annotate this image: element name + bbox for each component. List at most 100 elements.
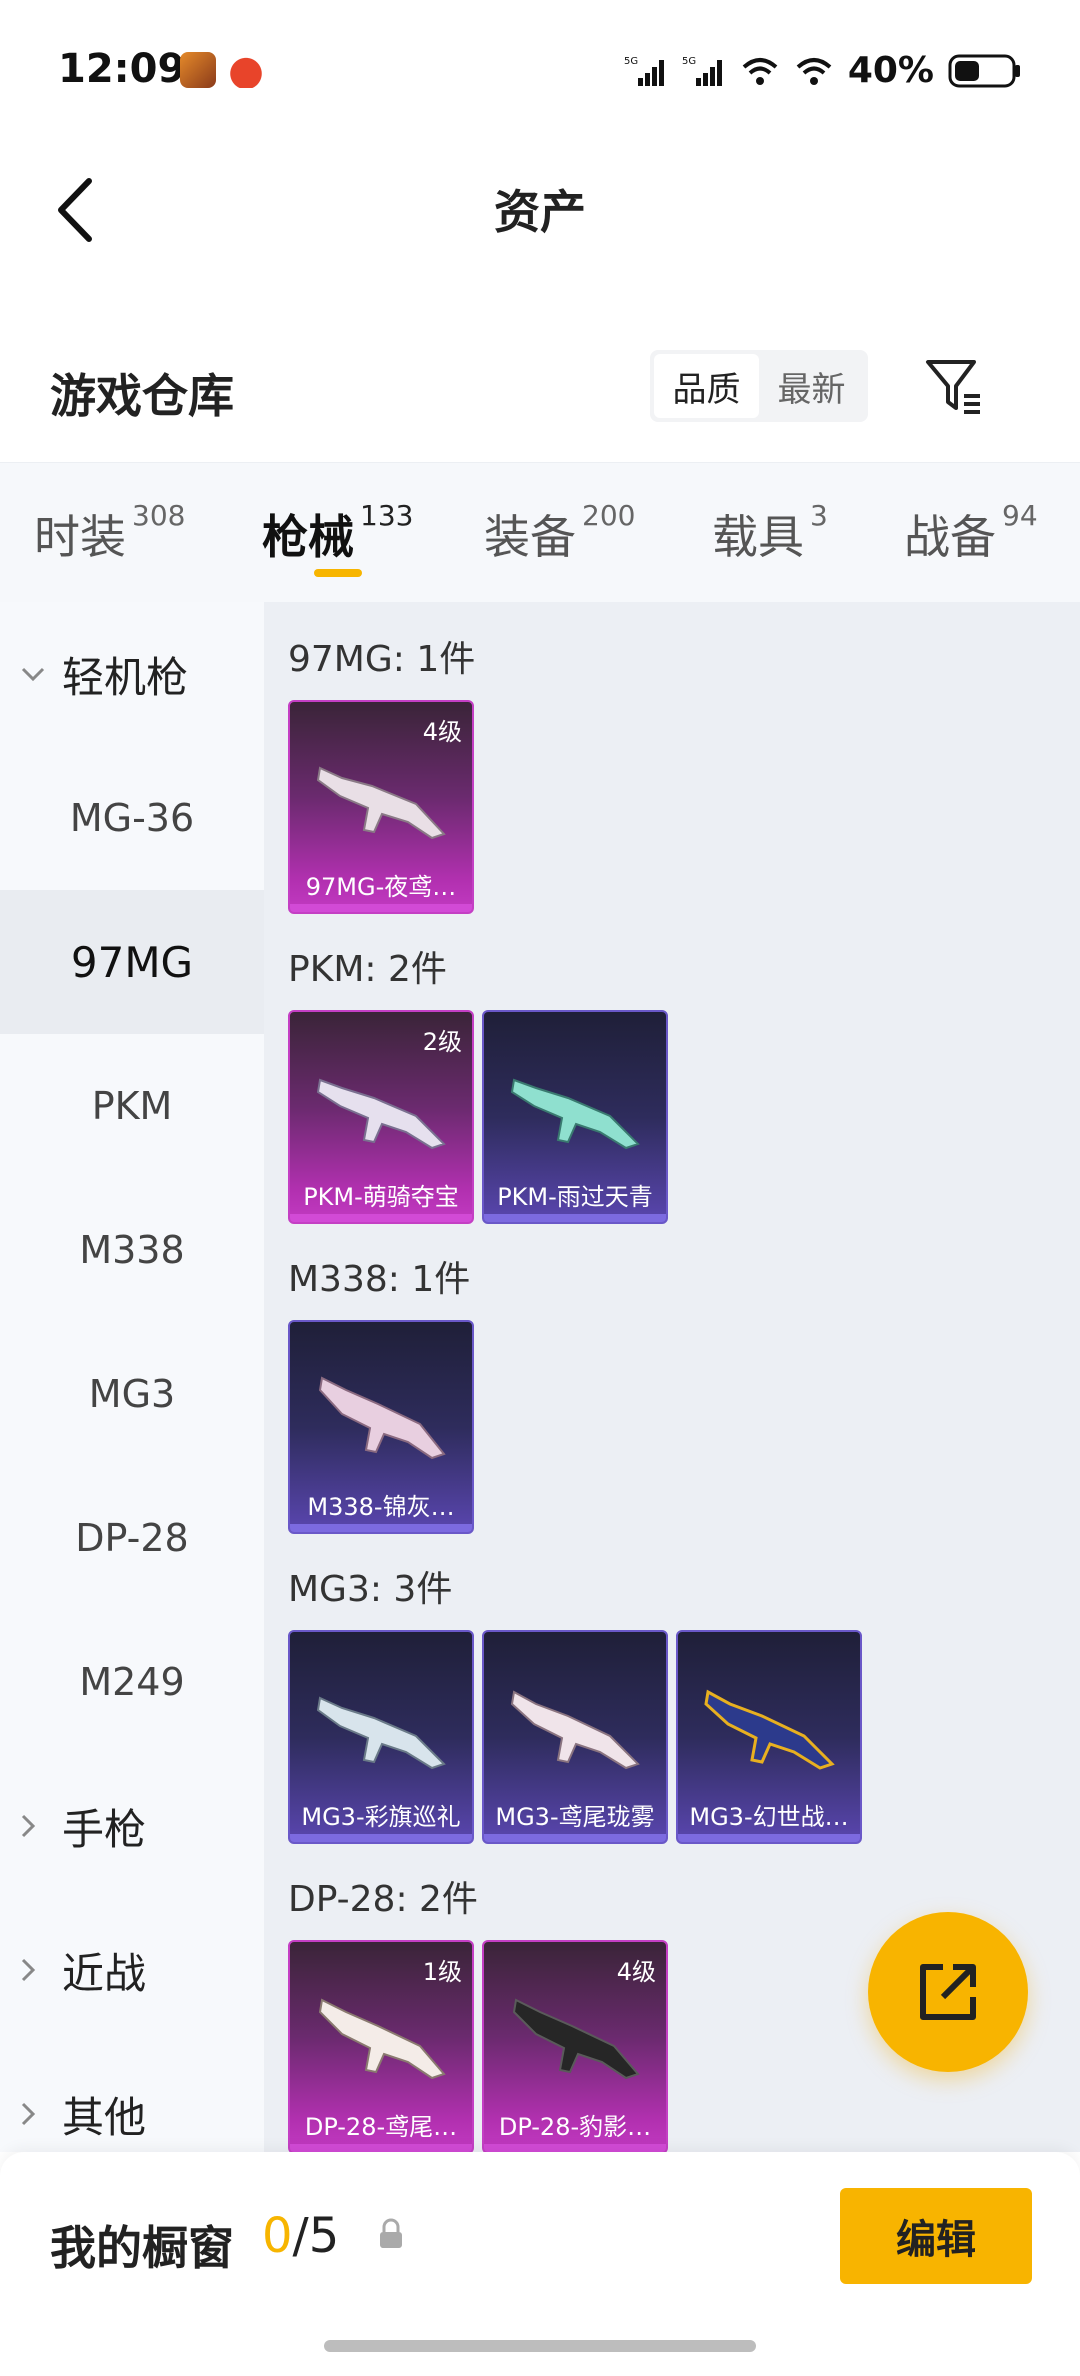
skin-name: 97MG-夜鸢… (305, 873, 457, 901)
sidebar-group-lmg[interactable]: 轻机枪 (20, 602, 264, 746)
tab-label: 载具 (712, 510, 804, 564)
warehouse-title: 游戏仓库 (50, 369, 234, 423)
tab-fashion[interactable]: 时装 308 (34, 499, 186, 567)
sidebar-group-label: 手枪 (62, 1804, 147, 1854)
skin-card[interactable]: MG3-鸢尾珑雾 (482, 1630, 668, 1844)
skin-name: MG3-鸢尾珑雾 (495, 1803, 655, 1831)
app-icon-mascot (228, 52, 264, 88)
chevron-right-icon (20, 1813, 50, 1839)
header: 资产 (0, 140, 1080, 270)
sort-option-latest[interactable]: 最新 (759, 354, 864, 418)
edit-button[interactable]: 编辑 (840, 2188, 1032, 2284)
skin-card[interactable]: M338-锦灰… (288, 1320, 474, 1534)
skin-card[interactable]: MG3-幻世战… (676, 1630, 862, 1844)
rifle-icon (510, 1690, 640, 1770)
tab-vehicles[interactable]: 载具 3 (712, 499, 828, 567)
svg-text:5G: 5G (682, 56, 696, 67)
rarity-strip (678, 1834, 860, 1842)
tab-equipment[interactable]: 装备 200 (484, 499, 636, 567)
battery-percent: 40% (847, 50, 934, 91)
skin-card[interactable]: MG3-彩旗巡礼 (288, 1630, 474, 1844)
wifi-icon (796, 57, 832, 85)
chevron-right-icon (20, 2101, 50, 2127)
sidebar-item-mg3[interactable]: MG3 (0, 1322, 264, 1466)
skin-card[interactable]: PKM-雨过天青 (482, 1010, 668, 1224)
status-bar: 12:09 5G 5G 40% (0, 0, 1080, 140)
group-title: M338: 1件 (288, 1259, 471, 1300)
tab-count: 308 (132, 499, 186, 532)
warehouse-bar: 游戏仓库 品质 最新 (0, 330, 1080, 460)
rarity-strip (484, 1214, 666, 1222)
rifle-icon (510, 1078, 640, 1150)
skin-card[interactable]: 4级 DP-28-豹影… (482, 1940, 668, 2152)
level-badge: 1级 (422, 1958, 462, 1986)
sidebar-item-dp28[interactable]: DP-28 (0, 1466, 264, 1610)
showcase-total: /5 (292, 2208, 340, 2264)
skin-card[interactable]: 1级 DP-28-鸢尾… (288, 1940, 474, 2152)
home-indicator[interactable] (324, 2340, 756, 2352)
skin-name: M338-锦灰… (307, 1493, 455, 1521)
sidebar-item-m249[interactable]: M249 (0, 1610, 264, 1754)
tab-count: 3 (810, 499, 828, 532)
sidebar-group-label: 其他 (62, 2092, 147, 2142)
group-title: MG3: 3件 (288, 1569, 453, 1610)
rifle-icon (316, 1696, 446, 1770)
rifle-icon (316, 766, 446, 840)
rifle-icon (318, 1376, 446, 1460)
sidebar: 轻机枪 MG-36 97MG PKM M338 MG3 DP-28 M249 手… (0, 602, 264, 2152)
sort-toggle: 品质 最新 (650, 350, 868, 422)
rarity-strip (290, 904, 472, 912)
rifle-icon (704, 1689, 835, 1770)
tab-count: 200 (582, 499, 636, 532)
share-button[interactable] (868, 1912, 1028, 2072)
sort-option-quality[interactable]: 品质 (654, 354, 759, 418)
rarity-strip (290, 2144, 472, 2152)
lock-icon (380, 2218, 402, 2248)
page-title: 资产 (494, 185, 586, 239)
app-icon-game (180, 52, 216, 88)
skin-name: PKM-萌骑夺宝 (303, 1183, 459, 1211)
status-right: 5G 5G 40% (624, 50, 1022, 91)
skin-name: DP-28-豹影… (498, 2113, 652, 2141)
sidebar-item-97mg[interactable]: 97MG (0, 890, 264, 1034)
chevron-right-icon (20, 1957, 50, 1983)
rarity-strip (290, 1214, 472, 1222)
sidebar-group-melee[interactable]: 近战 (20, 1898, 264, 2042)
tab-label: 战备 (904, 510, 996, 564)
wifi-icon (742, 57, 778, 85)
sidebar-item-m338[interactable]: M338 (0, 1178, 264, 1322)
battery-icon (948, 54, 1020, 87)
signal-5g-icon: 5G (624, 56, 664, 86)
skin-name: MG3-彩旗巡礼 (301, 1803, 461, 1831)
sidebar-group-label: 近战 (62, 1948, 147, 1998)
sidebar-item-mg36[interactable]: MG-36 (0, 746, 264, 890)
showcase-current: 0 (262, 2208, 293, 2264)
sidebar-item-pkm[interactable]: PKM (0, 1034, 264, 1178)
tab-label: 装备 (484, 510, 576, 564)
rifle-icon (316, 1078, 446, 1150)
showcase-label: 我的橱窗 (50, 2221, 234, 2275)
tab-firearms[interactable]: 枪械 133 (262, 499, 414, 567)
sidebar-group-pistol[interactable]: 手枪 (20, 1754, 264, 1898)
filter-button[interactable] (918, 350, 990, 422)
active-tab-indicator (314, 569, 362, 577)
group-title: 97MG: 1件 (288, 639, 476, 680)
filter-icon (926, 360, 980, 414)
skin-name: PKM-雨过天青 (497, 1183, 653, 1211)
skin-card[interactable]: 2级 PKM-萌骑夺宝 (288, 1010, 474, 1224)
category-tabs: 时装 308 枪械 133 装备 200 载具 3 战备 94 (0, 462, 1080, 602)
showcase-count: 0/5 (262, 2208, 339, 2264)
group-title: PKM: 2件 (288, 949, 447, 990)
signal-5g-icon: 5G (682, 56, 722, 86)
skin-name: DP-28-鸢尾… (304, 2113, 458, 2141)
skin-name: MG3-幻世战… (689, 1803, 849, 1831)
tab-supplies[interactable]: 战备 94 (904, 499, 1038, 567)
skin-card[interactable]: 4级 97MG-夜鸢… (288, 700, 474, 914)
status-time: 12:09 (58, 46, 186, 92)
level-badge: 4级 (616, 1958, 656, 1986)
svg-text:5G: 5G (624, 56, 638, 67)
rarity-strip (484, 2144, 666, 2152)
tab-count: 133 (360, 499, 414, 532)
rarity-strip (484, 1834, 666, 1842)
level-badge: 4级 (422, 718, 462, 746)
